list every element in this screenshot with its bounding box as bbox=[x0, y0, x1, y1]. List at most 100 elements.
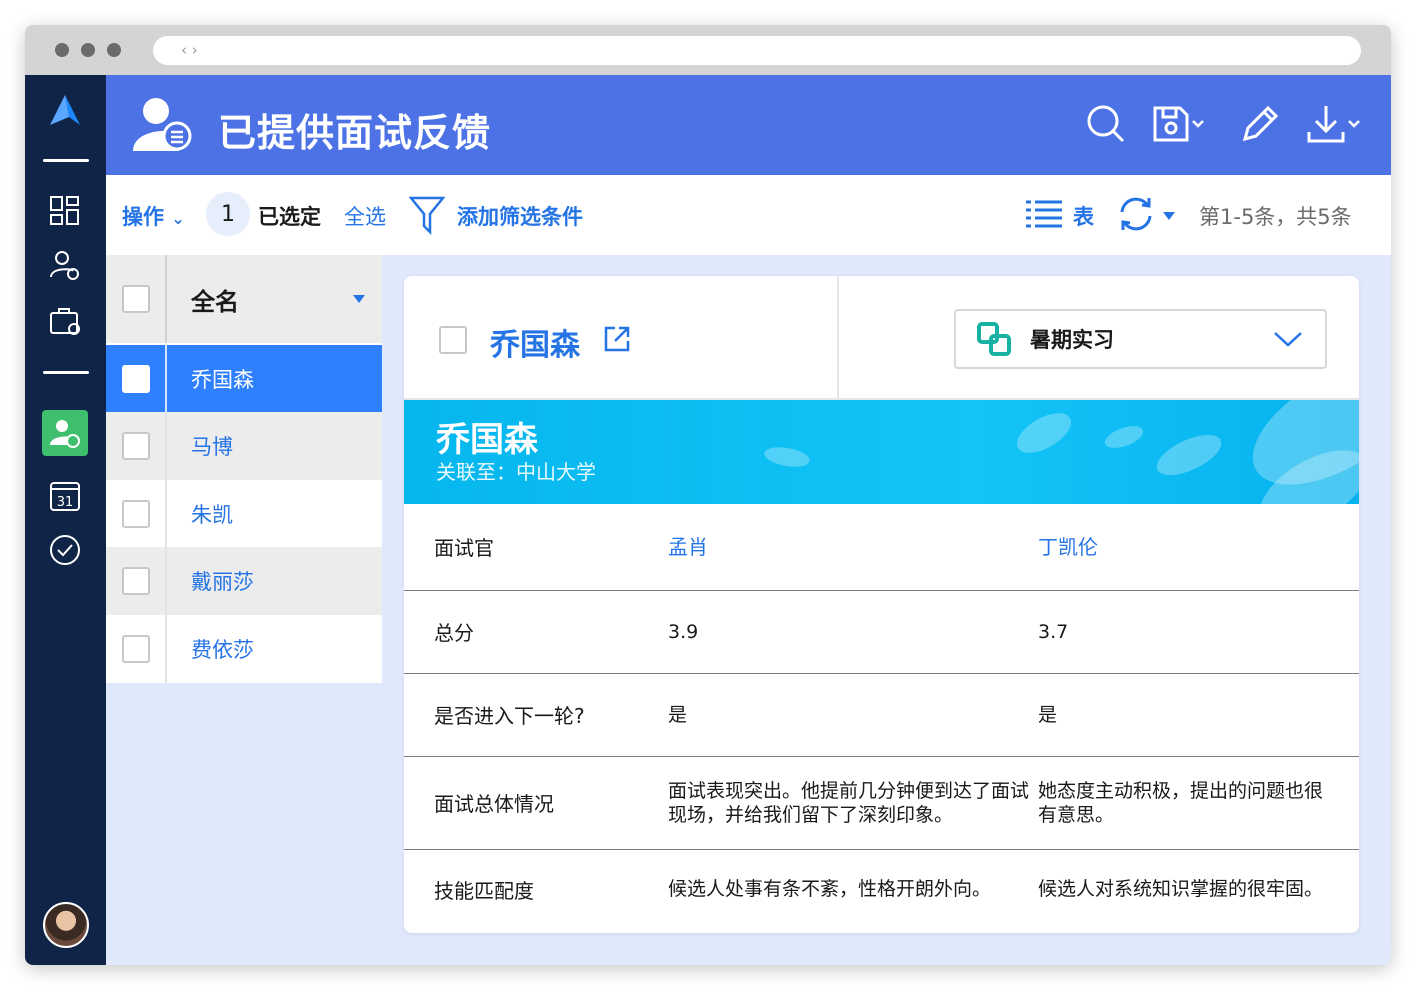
selected-label: 已选定 bbox=[258, 205, 321, 229]
detail-checkbox[interactable] bbox=[439, 326, 467, 354]
score-value: 3.9 bbox=[666, 590, 1036, 674]
back-forward-icon[interactable]: ‹ › bbox=[181, 41, 198, 59]
candidate-banner: 乔国森 关联至：中山大学 bbox=[404, 400, 1359, 504]
list-item[interactable]: 戴丽莎 bbox=[106, 547, 382, 615]
select-all-checkbox[interactable] bbox=[121, 285, 150, 313]
select-all-link[interactable]: 全选 bbox=[344, 201, 386, 231]
feedback-person-icon bbox=[133, 98, 192, 151]
external-link-icon[interactable] bbox=[603, 325, 631, 353]
sidebar: 31 bbox=[25, 75, 106, 965]
chevron-down-icon bbox=[1192, 120, 1204, 128]
chevron-down-icon bbox=[1274, 332, 1302, 347]
chevron-down-icon bbox=[1348, 120, 1360, 128]
skills-value: 候选人处事有条不紊，性格开朗外向。 bbox=[668, 878, 992, 901]
page-title: 已提供面试反馈 bbox=[218, 111, 492, 155]
banner-decoration bbox=[762, 444, 812, 470]
divider bbox=[43, 371, 89, 374]
row-checkbox[interactable] bbox=[121, 364, 150, 393]
score-value: 3.7 bbox=[1036, 590, 1359, 674]
candidate-list: 全名 乔国森 马博 朱凯 戴丽莎 费依莎 bbox=[106, 255, 382, 683]
tasks-check-icon[interactable] bbox=[47, 532, 83, 568]
interviewer-link[interactable]: 孟肖 bbox=[666, 504, 1036, 591]
row-label: 技能匹配度 bbox=[434, 878, 534, 903]
row-label: 面试官 bbox=[404, 504, 666, 591]
browser-chrome: ‹ › bbox=[25, 25, 1391, 75]
actions-label: 操作 bbox=[122, 205, 164, 229]
overall-value: 面试表现突出。他提前几分钟便到达了面试现场，并给我们留下了深刻印象。 bbox=[666, 756, 1036, 850]
overall-value: 她态度主动积极，提出的问题也很有意思。 bbox=[1036, 756, 1359, 850]
banner-association: 关联至：中山大学 bbox=[436, 460, 596, 484]
candidate-name[interactable]: 费依莎 bbox=[167, 634, 254, 664]
view-mode-label[interactable]: 表 bbox=[1073, 201, 1094, 231]
feedback-table: 面试官 孟肖 丁凯伦 总分 3.9 3.7 是否进入下一轮? 是 是 面试总体情… bbox=[404, 504, 1359, 929]
table-row: 面试总体情况 面试表现突出。他提前几分钟便到达了面试现场，并给我们留下了深刻印象… bbox=[404, 756, 1359, 850]
feedback-icon bbox=[50, 420, 80, 448]
divider bbox=[837, 276, 839, 400]
list-view-icon[interactable] bbox=[1026, 199, 1062, 229]
selected-count-badge: 1 bbox=[206, 192, 250, 236]
actions-menu[interactable]: 操作 ⌄ bbox=[122, 201, 185, 231]
toolbar: 操作 ⌄ 1 已选定 全选 添加筛选条件 表 第1-5条，共5条 bbox=[106, 175, 1391, 255]
caret-down-icon[interactable] bbox=[1162, 211, 1176, 221]
table-row: 是否进入下一轮? 是 是 bbox=[404, 673, 1359, 757]
banner-decoration bbox=[1102, 421, 1146, 453]
table-row: 技能匹配度 候选人处事有条不紊，性格开朗外向。 候选人对系统知识掌握的很牢固。 bbox=[404, 849, 1359, 929]
candidate-title[interactable]: 乔国森 bbox=[490, 320, 580, 364]
row-label: 总分 bbox=[404, 590, 666, 674]
window-dot[interactable] bbox=[107, 43, 121, 57]
save-menu-button[interactable] bbox=[1152, 103, 1206, 145]
feedback-detail-card: 乔国森 暑期实习 乔国森 关联至：中山大学 面试官 孟肖 丁凯伦 总分 3.9 … bbox=[404, 276, 1359, 933]
save-icon bbox=[1153, 106, 1189, 142]
candidate-name[interactable]: 戴丽莎 bbox=[167, 566, 254, 596]
banner-candidate-name: 乔国森 bbox=[436, 420, 538, 460]
dashboard-icon[interactable] bbox=[47, 193, 83, 229]
feedback-nav-active[interactable] bbox=[42, 410, 88, 456]
candidate-name[interactable]: 乔国森 bbox=[167, 364, 254, 394]
list-item[interactable]: 费依莎 bbox=[106, 615, 382, 683]
browser-window: ‹ › 31 已提供面试反馈 操作 ⌄ 1 已选定 全选 添加筛选条件 表 第1… bbox=[25, 25, 1391, 965]
list-item[interactable]: 朱凯 bbox=[106, 480, 382, 547]
row-checkbox[interactable] bbox=[121, 635, 150, 663]
skills-value: 候选人对系统知识掌握的很牢固。 bbox=[1038, 878, 1324, 901]
divider bbox=[43, 159, 89, 162]
edit-icon[interactable] bbox=[1240, 103, 1280, 145]
row-checkbox[interactable] bbox=[121, 567, 150, 595]
refresh-icon[interactable] bbox=[1116, 194, 1156, 234]
calendar-icon[interactable]: 31 bbox=[47, 477, 83, 513]
row-checkbox[interactable] bbox=[121, 432, 150, 460]
add-filter-button[interactable]: 添加筛选条件 bbox=[457, 201, 583, 231]
position-select[interactable]: 暑期实习 bbox=[954, 309, 1327, 369]
list-item[interactable]: 马博 bbox=[106, 412, 382, 480]
candidates-icon[interactable] bbox=[47, 247, 83, 283]
candidate-name[interactable]: 马博 bbox=[167, 431, 233, 461]
position-label: 暑期实习 bbox=[1030, 328, 1114, 352]
page-header: 已提供面试反馈 bbox=[106, 75, 1391, 175]
row-label: 是否进入下一轮? bbox=[404, 673, 666, 757]
search-icon[interactable] bbox=[1086, 103, 1126, 145]
user-avatar[interactable] bbox=[43, 902, 89, 948]
position-link-icon bbox=[977, 322, 1011, 356]
banner-decoration bbox=[1150, 426, 1228, 484]
svg-text:31: 31 bbox=[57, 495, 74, 510]
pagination-text: 第1-5条，共5条 bbox=[1199, 205, 1352, 229]
candidate-name[interactable]: 朱凯 bbox=[167, 499, 233, 529]
filter-icon[interactable] bbox=[409, 195, 445, 235]
window-dot[interactable] bbox=[55, 43, 69, 57]
sort-caret-icon[interactable] bbox=[352, 294, 366, 304]
next-round-value: 是 bbox=[666, 673, 1036, 757]
table-row: 面试官 孟肖 丁凯伦 bbox=[404, 504, 1359, 591]
download-icon bbox=[1307, 106, 1345, 143]
next-round-value: 是 bbox=[1036, 673, 1359, 757]
download-menu-button[interactable] bbox=[1306, 103, 1362, 145]
row-label: 面试总体情况 bbox=[404, 756, 666, 850]
list-header: 全名 bbox=[106, 255, 382, 343]
address-bar[interactable]: ‹ › bbox=[153, 36, 1361, 65]
chevron-down-icon: ⌄ bbox=[171, 209, 185, 228]
column-header-fullname[interactable]: 全名 bbox=[167, 282, 352, 317]
interviewer-link[interactable]: 丁凯伦 bbox=[1036, 504, 1359, 591]
list-item[interactable]: 乔国森 bbox=[106, 345, 382, 412]
jobs-icon[interactable] bbox=[47, 303, 83, 339]
window-dot[interactable] bbox=[81, 43, 95, 57]
app-logo[interactable] bbox=[47, 93, 83, 129]
row-checkbox[interactable] bbox=[121, 499, 150, 528]
